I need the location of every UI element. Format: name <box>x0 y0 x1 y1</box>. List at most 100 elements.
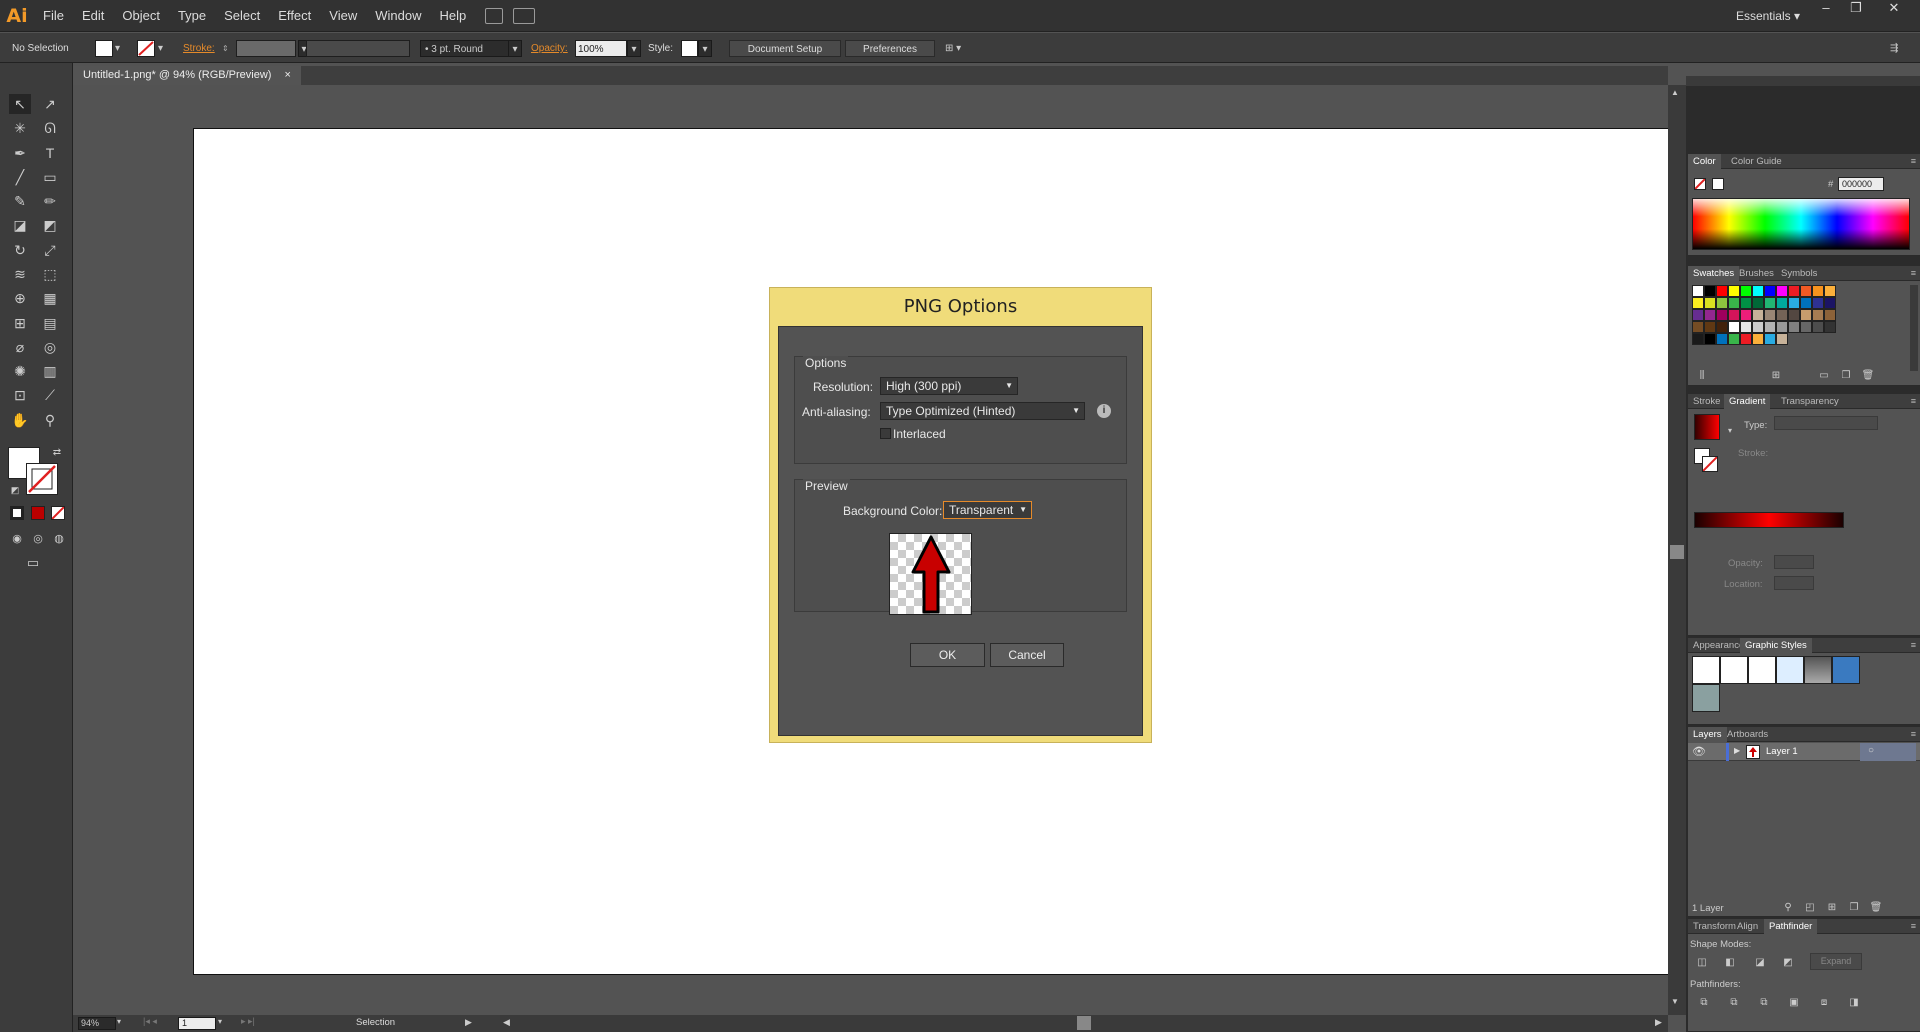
panel-menu-icon[interactable]: ≡ <box>1911 638 1916 653</box>
swatch[interactable] <box>1776 297 1788 309</box>
close-tab-icon[interactable]: × <box>285 69 291 81</box>
swatch[interactable] <box>1704 297 1716 309</box>
status-menu-icon[interactable]: ▶ <box>465 1017 472 1028</box>
swatch[interactable] <box>1752 297 1764 309</box>
fill-swatch[interactable] <box>95 40 113 57</box>
swatch[interactable] <box>1728 333 1740 345</box>
zoom-tool-icon[interactable]: ⚲ <box>39 410 61 430</box>
crop-icon[interactable]: ▣ <box>1786 997 1802 1011</box>
swatch[interactable] <box>1788 321 1800 333</box>
swatch[interactable] <box>1812 285 1824 297</box>
vertical-scroll-thumb[interactable] <box>1670 545 1684 559</box>
minimize-button[interactable]: – <box>1812 0 1840 18</box>
expand-layer-icon[interactable]: ▶ <box>1734 746 1740 755</box>
first-artboard-icon[interactable]: |◂ ◂ <box>143 1016 157 1027</box>
swatch[interactable] <box>1764 333 1776 345</box>
swatch[interactable] <box>1740 285 1752 297</box>
swatch[interactable] <box>1728 309 1740 321</box>
graphic-style-2[interactable] <box>1720 656 1748 684</box>
swatch[interactable] <box>1692 333 1704 345</box>
hand-tool-icon[interactable]: ✋ <box>9 410 31 430</box>
column-graph-tool-icon[interactable]: ▥ <box>39 361 61 381</box>
background-color-select[interactable]: Transparent ▼ <box>943 501 1032 519</box>
hex-input[interactable]: 000000 <box>1838 177 1884 191</box>
swatch[interactable] <box>1728 297 1740 309</box>
swatch[interactable] <box>1692 297 1704 309</box>
style-dropdown[interactable]: ▾ <box>698 40 712 57</box>
scroll-left-icon[interactable]: ◀ <box>503 1017 510 1028</box>
panel-menu-icon[interactable]: ≡ <box>1911 154 1916 169</box>
pencil-tool-icon[interactable]: ✏ <box>39 191 61 211</box>
stroke-stepper[interactable]: ⇕ <box>222 40 232 57</box>
graphic-style-4[interactable] <box>1776 656 1804 684</box>
stroke-label[interactable]: Stroke: <box>183 40 215 57</box>
swatch[interactable] <box>1740 297 1752 309</box>
close-button[interactable]: ✕ <box>1880 0 1908 18</box>
selection-tool-icon[interactable]: ↖ <box>9 94 31 114</box>
brush-dropdown[interactable]: ▾ <box>508 40 522 57</box>
screen-mode-icon[interactable]: ▭ <box>22 553 44 573</box>
delete-layer-icon[interactable]: 🗑 <box>1868 902 1884 916</box>
swatch[interactable] <box>1812 297 1824 309</box>
opacity-label[interactable]: Opacity: <box>531 40 568 57</box>
swatch[interactable] <box>1764 321 1776 333</box>
stroke-color-box[interactable] <box>26 463 58 495</box>
swatch[interactable] <box>1740 333 1752 345</box>
swatch[interactable] <box>1776 309 1788 321</box>
graphic-style-3[interactable] <box>1748 656 1776 684</box>
tab-swatches[interactable]: Swatches <box>1688 266 1740 281</box>
style-swatch[interactable] <box>681 40 698 57</box>
divide-icon[interactable]: ⧉ <box>1696 997 1712 1011</box>
delete-swatch-icon[interactable]: 🗑 <box>1860 370 1876 384</box>
tab-artboards[interactable]: Artboards <box>1722 727 1773 742</box>
tab-pathfinder[interactable]: Pathfinder <box>1764 919 1818 934</box>
color-white-swatch[interactable] <box>1712 178 1724 190</box>
new-swatch-icon[interactable]: ❐ <box>1838 370 1854 384</box>
warp-tool-icon[interactable]: ≋ <box>9 264 31 284</box>
artboard-tool-icon[interactable]: ⊡ <box>9 385 31 405</box>
swatch[interactable] <box>1812 321 1824 333</box>
gradient-type-select[interactable] <box>1774 416 1878 430</box>
graphic-style-6[interactable] <box>1832 656 1860 684</box>
none-mode-icon[interactable] <box>51 506 65 520</box>
horizontal-scroll-thumb[interactable] <box>1077 1016 1091 1030</box>
cancel-button[interactable]: Cancel <box>990 643 1064 667</box>
swatch[interactable] <box>1776 285 1788 297</box>
new-layer-icon[interactable]: ❐ <box>1846 902 1862 916</box>
gradient-dropdown-icon[interactable]: ▾ <box>1728 426 1732 435</box>
swatch[interactable] <box>1752 333 1764 345</box>
unite-icon[interactable]: ◫ <box>1694 957 1710 971</box>
swatch[interactable] <box>1692 285 1704 297</box>
resolution-select[interactable]: High (300 ppi) ▼ <box>880 377 1018 395</box>
control-panel-menu-icon[interactable]: ⇶ <box>1890 40 1898 57</box>
interlaced-checkbox[interactable] <box>880 428 891 439</box>
magic-wand-tool-icon[interactable]: ✳ <box>9 118 31 138</box>
swatch[interactable] <box>1692 321 1704 333</box>
swatch[interactable] <box>1764 297 1776 309</box>
arrange-icon[interactable]: ⊞ ▾ <box>945 40 961 57</box>
graphic-style-default[interactable] <box>1692 656 1720 684</box>
intersect-icon[interactable]: ◪ <box>1752 957 1768 971</box>
antialias-select[interactable]: Type Optimized (Hinted) ▼ <box>880 402 1085 420</box>
swatch[interactable] <box>1704 321 1716 333</box>
swatch[interactable] <box>1824 309 1836 321</box>
swatch[interactable] <box>1788 309 1800 321</box>
tab-transparency[interactable]: Transparency <box>1776 394 1844 409</box>
eyedropper-tool-icon[interactable]: ⌀ <box>9 337 31 357</box>
menu-file[interactable]: File <box>34 0 73 32</box>
swatch[interactable] <box>1824 285 1836 297</box>
graphic-style-7[interactable] <box>1692 684 1720 712</box>
tab-color-guide[interactable]: Color Guide <box>1726 154 1787 169</box>
merge-icon[interactable]: ⧉ <box>1756 997 1772 1011</box>
menu-window[interactable]: Window <box>366 0 430 32</box>
swatch[interactable] <box>1752 285 1764 297</box>
make-clipping-mask-icon[interactable]: ◰ <box>1802 902 1818 916</box>
tab-stroke[interactable]: Stroke <box>1688 394 1725 409</box>
symbol-sprayer-tool-icon[interactable]: ✺ <box>9 361 31 381</box>
menu-view[interactable]: View <box>320 0 366 32</box>
outline-icon[interactable]: ⧈ <box>1816 997 1832 1011</box>
line-tool-icon[interactable]: ╱ <box>9 167 31 187</box>
swatch[interactable] <box>1752 321 1764 333</box>
menu-select[interactable]: Select <box>215 0 269 32</box>
swatch[interactable] <box>1800 321 1812 333</box>
